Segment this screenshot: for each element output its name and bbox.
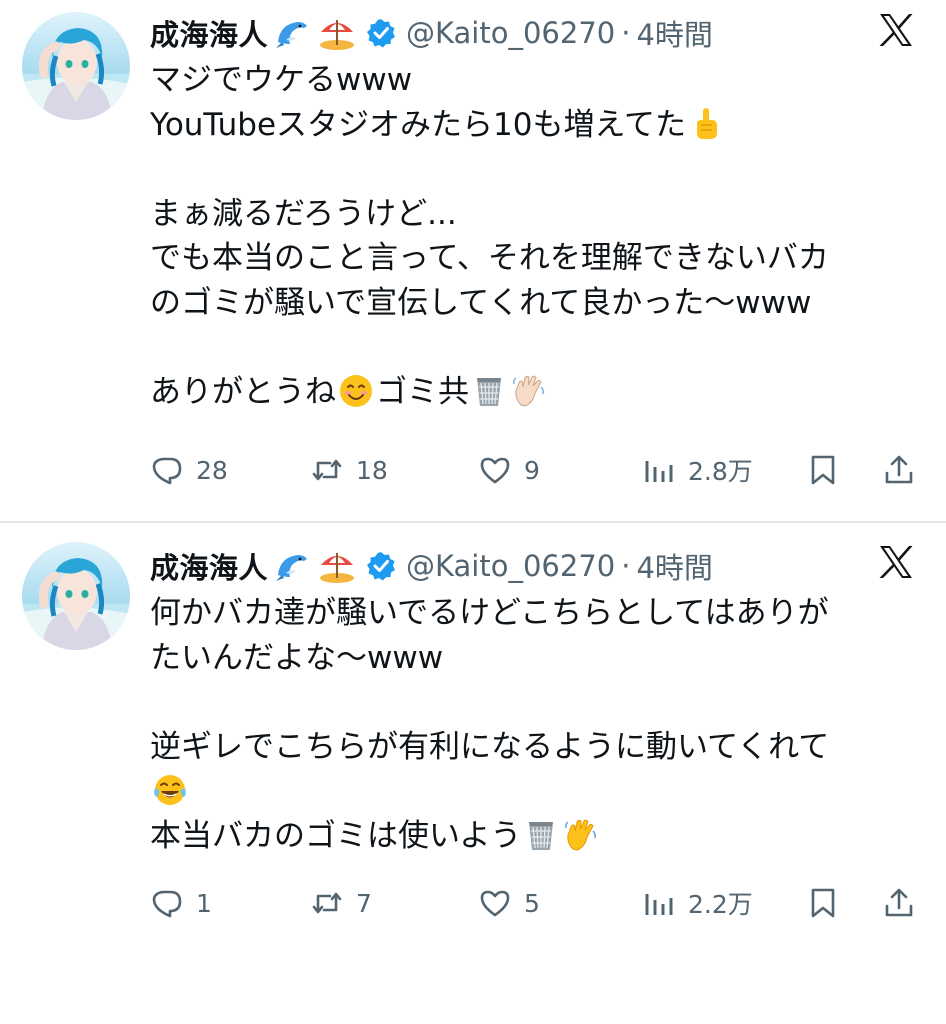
tweet-text-segment: まぁ減るだろうけど... xyxy=(150,195,457,232)
avatar[interactable] xyxy=(22,12,130,120)
share-button[interactable] xyxy=(882,445,916,495)
tweet-text-line: 本当バカのゴミは使いよう xyxy=(150,814,920,859)
share-button[interactable] xyxy=(882,878,916,928)
tweet-header: 成海海人 @Kaito_06270 · 4時間 xyxy=(150,541,713,591)
retweet-button[interactable]: 18 xyxy=(310,445,388,495)
dolphin-icon xyxy=(274,14,312,52)
reply-icon xyxy=(152,457,182,485)
tweet-text-line xyxy=(150,769,920,814)
like-count: 5 xyxy=(524,888,540,918)
waving-hand-icon xyxy=(563,817,599,853)
like-count: 9 xyxy=(524,455,540,485)
author-handle[interactable]: @Kaito_06270 xyxy=(406,549,615,583)
reply-icon xyxy=(152,890,182,918)
tweet-text-line xyxy=(150,680,920,725)
tweet-text-segment: たいんだよな〜www xyxy=(150,639,444,676)
like-button[interactable]: 9 xyxy=(478,445,540,495)
x-logo-icon xyxy=(876,542,916,582)
tweet-text-line xyxy=(150,147,920,192)
separator-dot: · xyxy=(621,16,631,50)
beach-umbrella-island-icon xyxy=(318,547,356,585)
retweet-icon xyxy=(312,892,342,914)
author-name[interactable]: 成海海人 xyxy=(150,545,268,587)
bookmark-button[interactable] xyxy=(806,445,840,495)
tweet-text-segment: ありがとうね xyxy=(150,373,336,410)
bookmark-button[interactable] xyxy=(806,878,840,928)
verified-badge-icon xyxy=(366,18,396,48)
tweet-text-line: 何かバカ達が騒いでるけどこちらとしてはありが xyxy=(150,591,920,636)
tweet-text: マジでウケるwww YouTubeスタジオみたら10も増えてた まぁ減るだろうけど.… xyxy=(150,58,920,414)
timestamp[interactable]: 4時間 xyxy=(636,545,712,587)
pointing-up-icon xyxy=(688,106,724,142)
tweet-text-segment: マジでウケるwww xyxy=(150,62,413,98)
share-icon xyxy=(885,888,913,917)
tweet-text-segment: 本当バカのゴミは使いよう xyxy=(150,817,522,854)
tweet-1[interactable]: 成海海人 @Kaito_06270 · 4時間 マジでウケるwww YouTube… xyxy=(0,0,946,512)
tweet-text-line: まぁ減るだろうけど... xyxy=(150,192,920,237)
tweet-text-line: たいんだよな〜www xyxy=(150,636,920,681)
retweet-count: 7 xyxy=(356,888,372,918)
avatar[interactable] xyxy=(22,542,130,650)
x-logo-icon xyxy=(876,10,916,50)
like-button[interactable]: 5 xyxy=(478,878,540,928)
share-icon xyxy=(885,455,913,484)
dolphin-icon xyxy=(274,547,312,585)
reply-button[interactable]: 28 xyxy=(150,445,228,495)
author-handle[interactable]: @Kaito_06270 xyxy=(406,16,615,50)
tweet-2[interactable]: 成海海人 @Kaito_06270 · 4時間 何かバカ達が騒いでるけどこちらと… xyxy=(0,512,946,1024)
tweet-text-segment: のゴミが騒いで宣伝してくれて良かった〜www xyxy=(150,284,812,321)
reply-count: 1 xyxy=(196,888,212,918)
like-icon xyxy=(480,457,510,484)
views-button[interactable]: 2.8万 xyxy=(642,445,753,495)
views-button[interactable]: 2.2万 xyxy=(642,878,753,928)
action-bar: 28 18 9 2.8万 xyxy=(150,445,920,495)
tweet-text-line: でも本当のこと言って、それを理解できないバカ xyxy=(150,236,920,281)
author-name[interactable]: 成海海人 xyxy=(150,12,268,54)
tweet-text-segment: 何かバカ達が騒いでるけどこちらとしてはありが xyxy=(150,595,829,631)
like-icon xyxy=(480,890,510,917)
wastebasket-icon xyxy=(523,817,559,853)
retweet-count: 18 xyxy=(356,455,388,485)
tweet-header: 成海海人 @Kaito_06270 · 4時間 xyxy=(150,8,713,58)
tweet-text-segment: 逆ギレでこちらが有利になるように動いてくれて xyxy=(150,728,830,765)
tweet-text: 何かバカ達が騒いでるけどこちらとしてはありが たいんだよな〜www 逆ギレでこちらが… xyxy=(150,591,920,858)
retweet-icon xyxy=(312,459,342,481)
wastebasket-icon xyxy=(471,373,507,409)
tweet-text-line xyxy=(150,325,920,370)
views-icon xyxy=(645,461,673,482)
retweet-button[interactable]: 7 xyxy=(310,878,372,928)
tweet-text-line: のゴミが騒いで宣伝してくれて良かった〜www xyxy=(150,281,920,326)
tweet-text-line: 逆ギレでこちらが有利になるように動いてくれて xyxy=(150,725,920,770)
tweet-text-segment: YouTubeスタジオみたら10も増えてた xyxy=(150,106,686,143)
bookmark-icon xyxy=(811,455,835,485)
tweet-text-line: YouTubeスタジオみたら10も増えてた xyxy=(150,103,920,148)
tweet-text-line: マジでウケるwww xyxy=(150,58,920,103)
reply-button[interactable]: 1 xyxy=(150,878,212,928)
tweet-text-segment: でも本当のこと言って、それを理解できないバカ xyxy=(150,240,829,276)
smiling-face-icon xyxy=(338,373,374,409)
reply-count: 28 xyxy=(196,455,228,485)
bookmark-icon xyxy=(811,888,835,918)
views-count: 2.2万 xyxy=(688,890,753,919)
timestamp[interactable]: 4時間 xyxy=(636,12,712,54)
verified-badge-icon xyxy=(366,551,396,581)
action-bar: 1 7 5 2.2万 xyxy=(150,878,920,928)
views-icon xyxy=(645,894,673,915)
beach-umbrella-island-icon xyxy=(318,14,356,52)
tweet-text-line: ありがとうね ゴミ共 xyxy=(150,370,920,415)
separator-dot: · xyxy=(621,549,631,583)
tweet-text-segment: ゴミ共 xyxy=(376,373,469,410)
waving-hand-light-icon xyxy=(511,373,547,409)
views-count: 2.8万 xyxy=(688,457,753,486)
tears-of-joy-icon xyxy=(152,772,188,808)
